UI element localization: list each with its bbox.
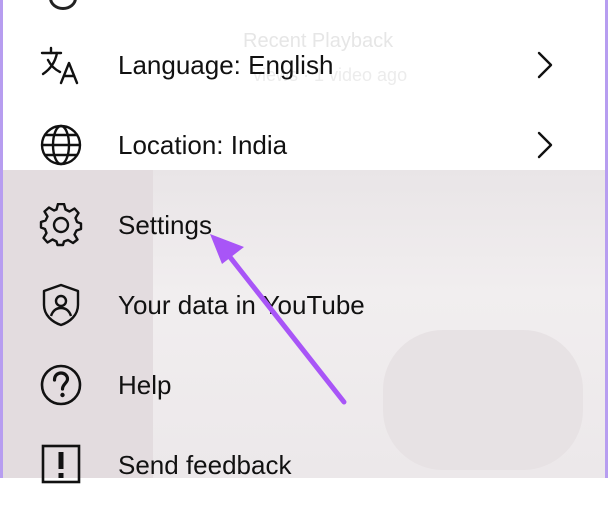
translate-icon bbox=[40, 46, 79, 85]
shield-person-icon bbox=[42, 283, 80, 327]
menu-item-label: Your data in YouTube bbox=[118, 290, 365, 320]
help-circle-icon bbox=[40, 364, 82, 406]
menu-item-help[interactable]: Help bbox=[3, 345, 605, 425]
gear-icon bbox=[39, 203, 83, 247]
menu-item-label: Language: English bbox=[118, 50, 334, 80]
menu-item-settings[interactable]: Settings bbox=[3, 185, 605, 265]
chevron-right-icon bbox=[537, 51, 553, 79]
chevron-right-icon bbox=[537, 131, 553, 159]
menu-item-location[interactable]: Location: India bbox=[3, 105, 605, 185]
menu-item-language[interactable]: Language: English bbox=[3, 25, 605, 105]
menu-item-your-data[interactable]: Your data in YouTube bbox=[3, 265, 605, 345]
previous-item-icon bbox=[49, 0, 77, 10]
account-menu: Language: English Location: India Settin… bbox=[3, 0, 605, 484]
menu-item-label: Location: India bbox=[118, 130, 288, 160]
feedback-icon bbox=[41, 444, 81, 484]
menu-item-label: Settings bbox=[118, 210, 212, 240]
menu-item-send-feedback[interactable]: Send feedback bbox=[3, 425, 605, 505]
globe-icon bbox=[40, 124, 82, 166]
menu-item-label: Help bbox=[118, 370, 172, 400]
menu-item-label: Send feedback bbox=[118, 450, 292, 480]
